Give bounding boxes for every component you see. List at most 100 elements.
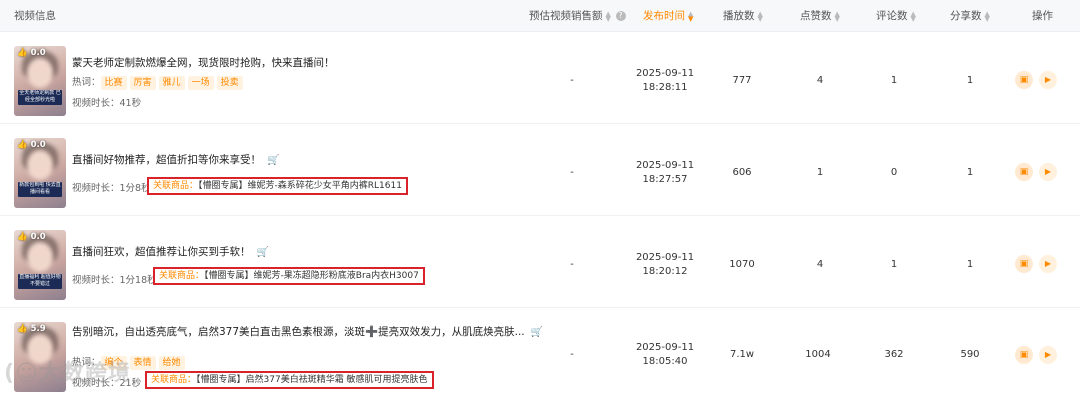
related-product[interactable]: 关联商品：【懵圈专属】维妮芳-森系碎花少女平角内裤RL1611 xyxy=(147,177,408,195)
col-comments[interactable]: 评论数 ▲ ▼ xyxy=(876,0,918,32)
play-icon: ▶ xyxy=(1044,75,1052,84)
video-button[interactable]: ▣ xyxy=(1015,71,1033,89)
sort-icon[interactable]: ▲ ▼ xyxy=(758,11,765,23)
cart-icon[interactable]: 🛒 xyxy=(267,155,279,166)
thumb-up-icon: 👍 xyxy=(17,48,28,58)
hot-word-tag[interactable]: 厉害 xyxy=(129,76,156,90)
hot-words-label: 热词： xyxy=(72,77,101,88)
est-sales-value: - xyxy=(570,259,574,270)
sort-icon[interactable]: ▲ ▼ xyxy=(835,11,842,23)
col-est-sales[interactable]: 预估视频销售额 ▲ ▼? xyxy=(529,0,626,32)
watermark: (☺大数跨境 xyxy=(4,361,131,386)
help-icon[interactable]: ? xyxy=(615,11,626,21)
comments-value: 362 xyxy=(884,349,904,360)
video-title-text: 告别暗沉，自出透亮底气，启然377美白直击黑色素根源，淡斑➕提亮双效发力，从肌底… xyxy=(72,326,525,338)
play-button[interactable]: ▶ xyxy=(1039,255,1057,273)
sort-icon[interactable]: ▲ ▼ xyxy=(688,11,695,23)
play-icon: ▶ xyxy=(1044,167,1052,176)
sort-icon[interactable]: ▲ ▼ xyxy=(911,11,918,23)
table-row[interactable]: 直播福利 超值好物不要错过 👍 0.0 直播间狂欢，超值推荐让你买到手软！ 🛒 视… xyxy=(0,217,1080,308)
col-likes[interactable]: 点赞数 ▲ ▼ xyxy=(800,0,842,32)
shares-value: 1 xyxy=(966,75,974,86)
thumbnail-caption: 新款包到啦 快去直播间看看 xyxy=(18,182,62,197)
duration-label: 视频时长： xyxy=(72,98,120,109)
video-thumbnail[interactable]: 直播福利 超值好物不要错过 👍 0.0 xyxy=(14,230,66,300)
video-icon: ▣ xyxy=(1019,259,1029,269)
play-icon: ▶ xyxy=(1044,350,1052,359)
sort-icon[interactable]: ▲ ▼ xyxy=(606,11,613,23)
cart-icon[interactable]: 🛒 xyxy=(257,247,269,258)
col-actions-label: 操作 xyxy=(1032,10,1053,22)
play-button[interactable]: ▶ xyxy=(1039,346,1057,364)
col-publish-time[interactable]: 发布时间 ▲ ▼ xyxy=(643,0,695,32)
thumb-up-icon: 👍 xyxy=(17,140,28,150)
hot-word-tag[interactable]: 雅儿 xyxy=(158,76,185,90)
score-badge: 👍 0.0 xyxy=(17,140,46,150)
related-product-label: 关联商品： xyxy=(151,375,197,385)
video-button[interactable]: ▣ xyxy=(1015,163,1033,181)
video-title[interactable]: 告别暗沉，自出透亮底气，启然377美白直击黑色素根源，淡斑➕提亮双效发力，从肌底… xyxy=(72,324,543,339)
hot-word-tag[interactable]: 比赛 xyxy=(100,76,127,90)
hot-words: 热词： 比赛 厉害 雅儿 一场 投卖 xyxy=(72,74,246,90)
thumbnail-caption: 全天老师定制款 已经全部秒光啦 xyxy=(18,90,62,105)
comments-value: 1 xyxy=(890,75,898,86)
video-title-text: 直播间好物推荐，超值折扣等你来享受！ xyxy=(72,154,261,166)
video-thumbnail[interactable]: 全天老师定制款 已经全部秒光啦 👍 0.0 xyxy=(14,46,66,116)
est-sales-value: - xyxy=(570,75,574,86)
col-likes-label: 点赞数 xyxy=(800,10,832,22)
plays-value: 606 xyxy=(732,167,752,178)
score-value: 0.0 xyxy=(30,232,46,242)
shares-value: 1 xyxy=(966,167,974,178)
col-shares-label: 分享数 xyxy=(950,10,982,22)
video-title[interactable]: 蒙天老师定制款燃爆全网，现货限时抢购，快来直播间！ xyxy=(72,55,335,70)
related-product[interactable]: 关联商品：【懵圈专属】启然377美白祛斑精华霜 敏感肌可用提亮肤色 xyxy=(145,371,434,389)
related-product[interactable]: 关联商品：【懵圈专属】维妮芳-果冻超隐形粉底液Bra内衣H3007 xyxy=(153,267,425,285)
publish-time: 2025-09-11 18:05:40 xyxy=(630,341,700,369)
score-badge: 👍 0.0 xyxy=(17,232,46,242)
col-shares[interactable]: 分享数 ▲ ▼ xyxy=(950,0,992,32)
duration-label: 视频时长： xyxy=(72,183,120,194)
score-value: 5.9 xyxy=(30,324,46,334)
score-badge: 👍 0.0 xyxy=(17,48,46,58)
plays-value: 777 xyxy=(732,75,752,86)
play-icon: ▶ xyxy=(1044,259,1052,268)
publish-clock: 18:27:57 xyxy=(642,174,688,185)
publish-clock: 18:05:40 xyxy=(642,356,688,367)
video-title[interactable]: 直播间狂欢，超值推荐让你买到手软！ 🛒 xyxy=(72,244,269,259)
col-publish-time-label: 发布时间 xyxy=(643,10,685,22)
play-button[interactable]: ▶ xyxy=(1039,163,1057,181)
col-actions: 操作 xyxy=(1032,0,1053,32)
play-button[interactable]: ▶ xyxy=(1039,71,1057,89)
hot-word-tag[interactable]: 一场 xyxy=(187,76,214,90)
cart-icon[interactable]: 🛒 xyxy=(531,327,543,338)
video-button[interactable]: ▣ xyxy=(1015,346,1033,364)
video-title[interactable]: 直播间好物推荐，超值折扣等你来享受！ 🛒 xyxy=(72,152,279,167)
col-plays[interactable]: 播放数 ▲ ▼ xyxy=(723,0,765,32)
hot-word-tag[interactable]: 投卖 xyxy=(216,76,243,90)
table-row[interactable]: 全天老师定制款 已经全部秒光啦 👍 0.0 蒙天老师定制款燃爆全网，现货限时抢购… xyxy=(0,33,1080,124)
col-video-info: 视频信息 xyxy=(14,0,56,32)
duration: 视频时长：1分8秒 xyxy=(72,180,151,194)
hot-word-tag[interactable]: 表情 xyxy=(129,356,156,370)
col-est-sales-label: 预估视频销售额 xyxy=(529,10,603,22)
video-thumbnail[interactable]: 新款包到啦 快去直播间看看 👍 0.0 xyxy=(14,138,66,208)
related-product-label: 关联商品： xyxy=(159,271,205,281)
publish-time: 2025-09-11 18:28:11 xyxy=(630,67,700,95)
publish-date: 2025-09-11 xyxy=(635,252,695,263)
comments-value: 0 xyxy=(890,167,898,178)
publish-clock: 18:20:12 xyxy=(642,266,688,277)
likes-value: 1004 xyxy=(805,349,831,360)
thumbnail-caption: 直播福利 超值好物不要错过 xyxy=(18,274,62,289)
video-icon: ▣ xyxy=(1019,167,1029,177)
table-row[interactable]: 👍 5.9 告别暗沉，自出透亮底气，启然377美白直击黑色素根源，淡斑➕提亮双效… xyxy=(0,309,1080,396)
publish-date: 2025-09-11 xyxy=(635,160,695,171)
video-button[interactable]: ▣ xyxy=(1015,255,1033,273)
related-product-name: 【懵圈专属】启然377美白祛斑精华霜 敏感肌可用提亮肤色 xyxy=(196,375,428,385)
duration-value: 1分18秒 xyxy=(119,275,157,286)
hot-word-tag[interactable]: 给她 xyxy=(158,356,185,370)
shares-value: 1 xyxy=(966,259,974,270)
table-row[interactable]: 新款包到啦 快去直播间看看 👍 0.0 直播间好物推荐，超值折扣等你来享受！ 🛒 … xyxy=(0,125,1080,216)
sort-icon[interactable]: ▲ ▼ xyxy=(985,11,992,23)
related-product-name: 【懵圈专属】维妮芳-果冻超隐形粉底液Bra内衣H3007 xyxy=(204,271,419,281)
shares-value: 590 xyxy=(960,349,980,360)
